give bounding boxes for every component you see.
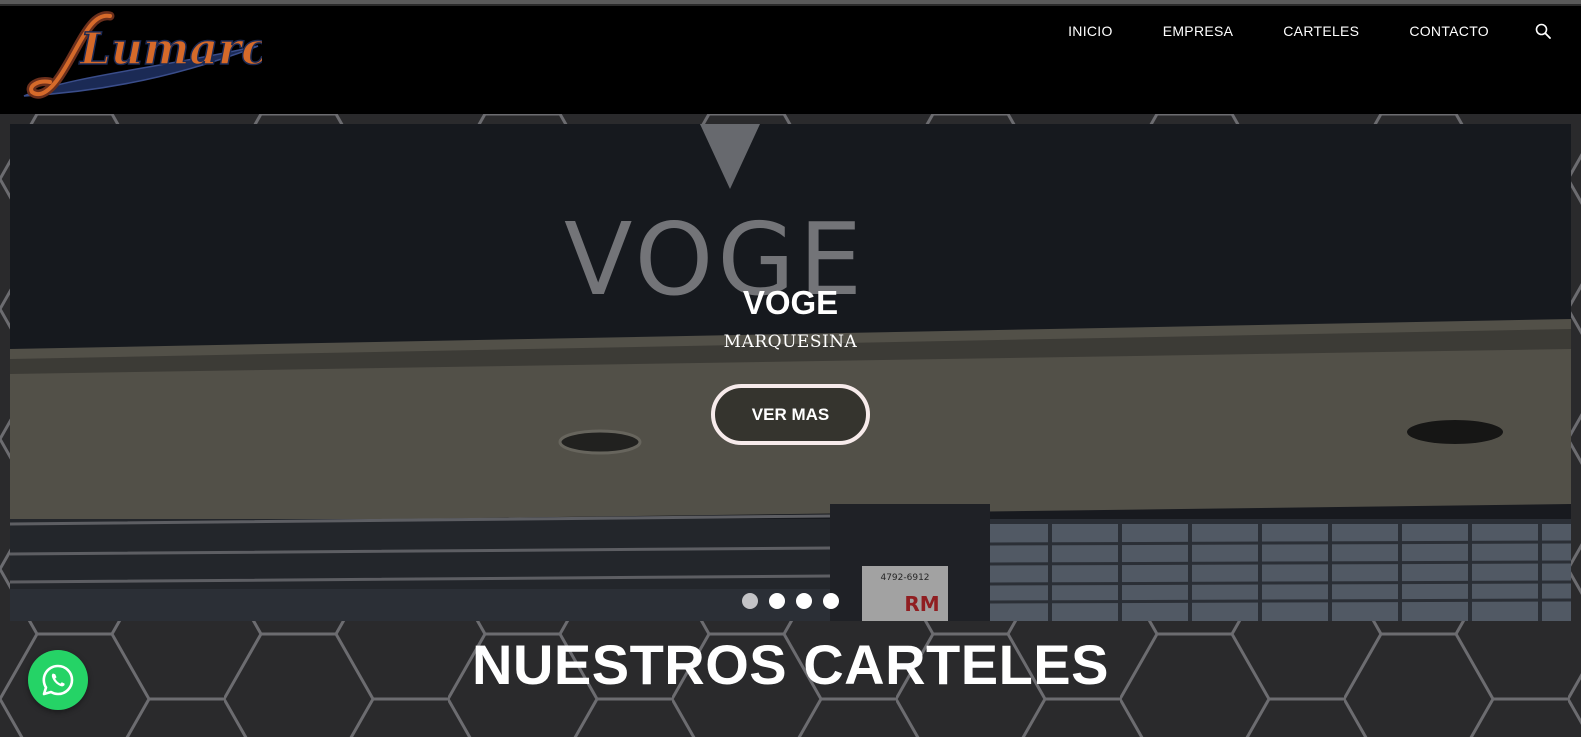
whatsapp-button[interactable]	[28, 650, 88, 710]
slider-pagination	[10, 593, 1571, 609]
nav-carteles[interactable]: CARTELES	[1283, 23, 1359, 39]
logo-text: Lumarc	[78, 24, 262, 75]
main-nav: INICIO EMPRESA CARTELES CONTACTO	[1068, 6, 1581, 56]
site-header: Lumarc INICIO EMPRESA CARTELES CONTACTO	[0, 6, 1581, 114]
slide-dot-3[interactable]	[796, 593, 812, 609]
slide-title: VOGE	[742, 284, 839, 321]
ver-mas-button[interactable]: VER MAS	[711, 384, 870, 445]
slide-dot-4[interactable]	[823, 593, 839, 609]
section-title: NUESTROS CARTELES	[472, 633, 1109, 696]
search-icon[interactable]	[1535, 23, 1551, 39]
whatsapp-icon	[42, 664, 74, 696]
nav-inicio[interactable]: INICIO	[1068, 23, 1113, 39]
nav-empresa[interactable]: EMPRESA	[1163, 23, 1234, 39]
slide-dot-1[interactable]	[742, 593, 758, 609]
hero-slider: VOGE 4792-6912 RM VOGE MARQUESINA VER MA…	[10, 124, 1571, 621]
slide-caption: VOGE MARQUESINA VER MAS	[10, 284, 1571, 445]
nav-contacto[interactable]: CONTACTO	[1409, 23, 1489, 39]
slide-dot-2[interactable]	[769, 593, 785, 609]
slide-subtitle: MARQUESINA	[723, 332, 858, 352]
site-logo[interactable]: Lumarc	[10, 6, 262, 110]
